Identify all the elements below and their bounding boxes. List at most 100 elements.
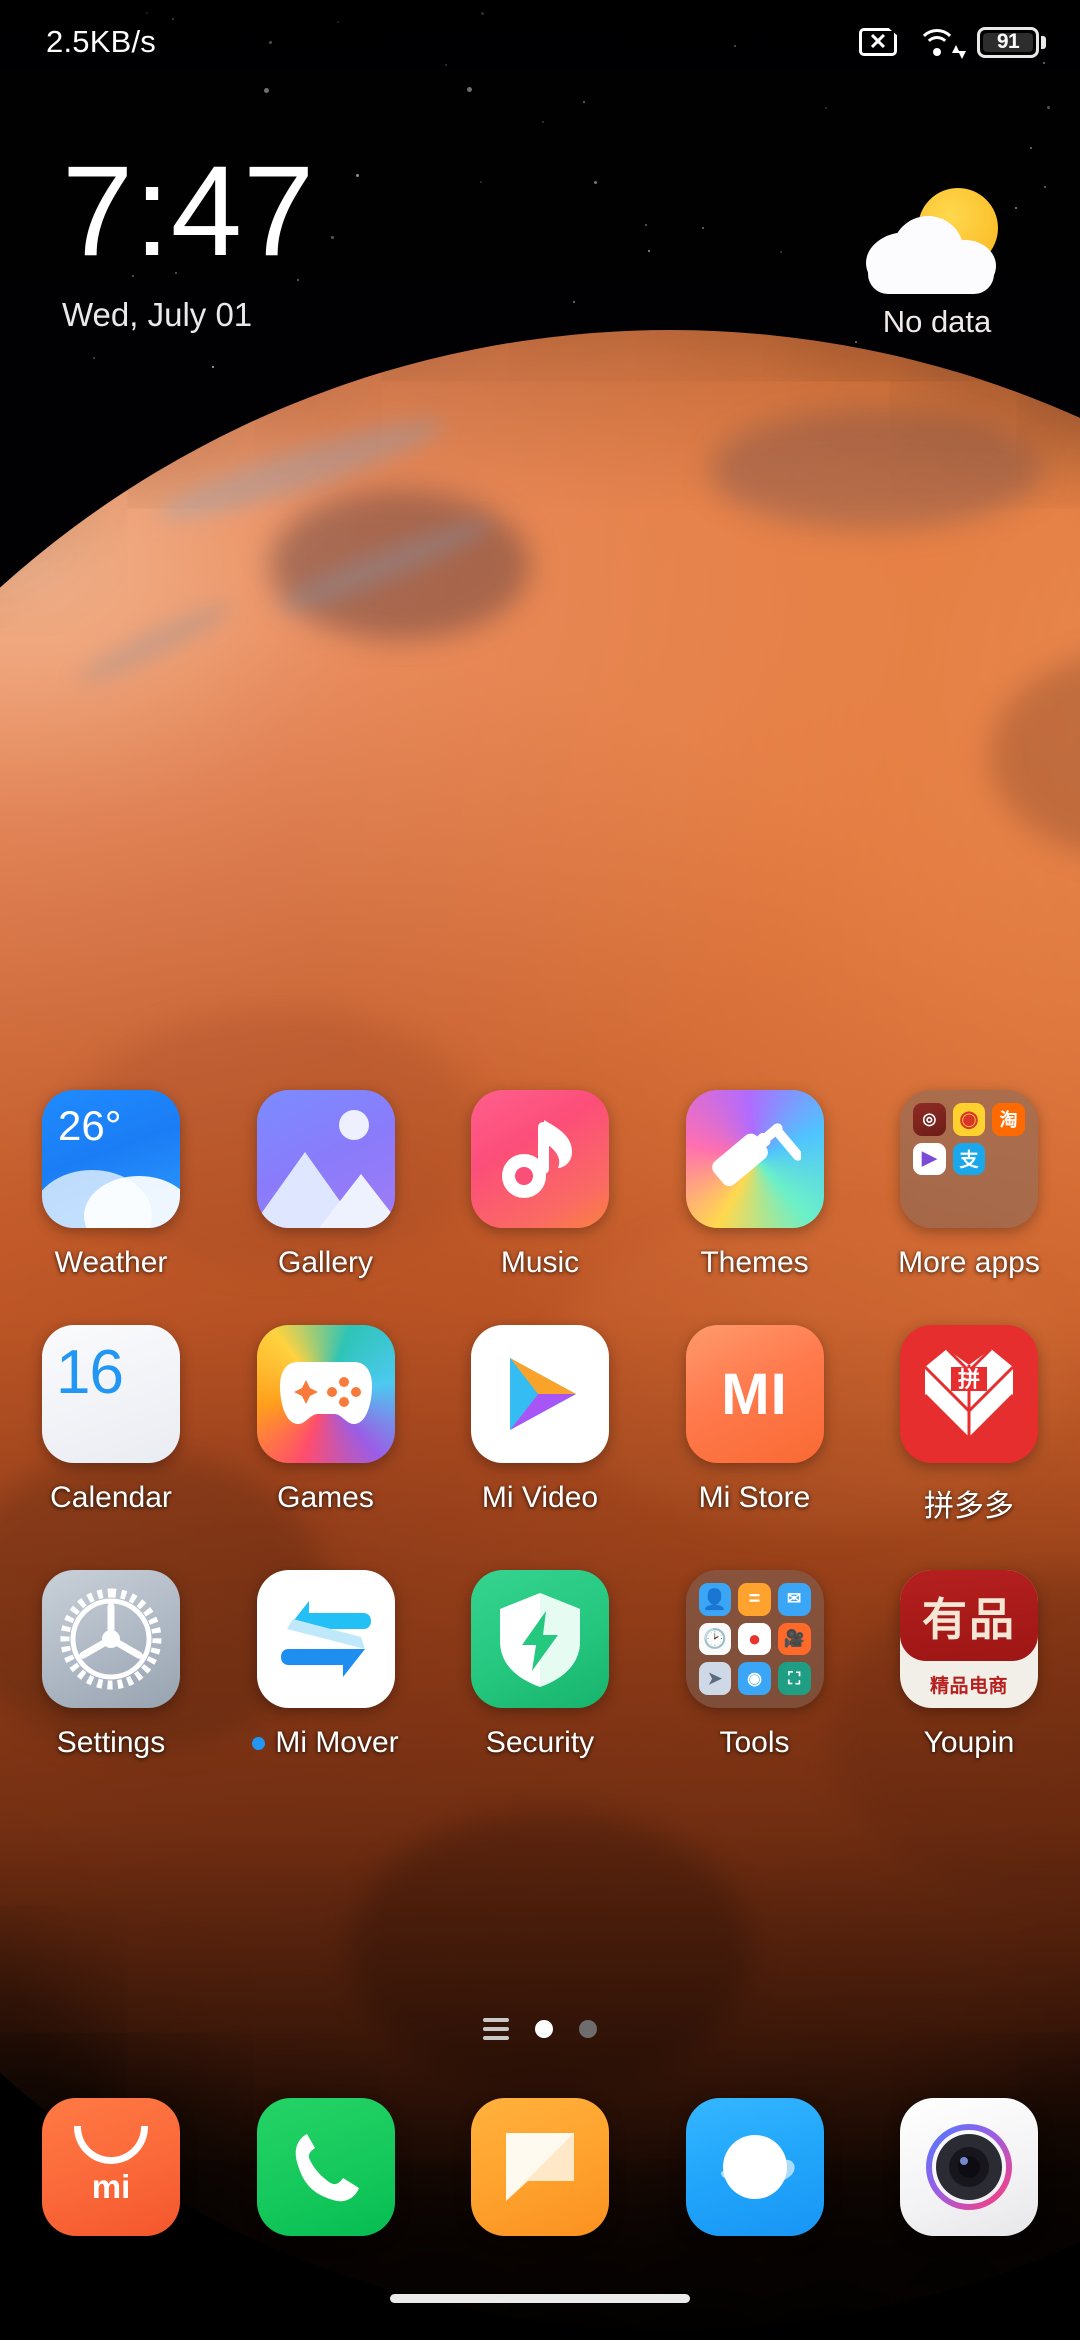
security-shield-icon[interactable] (471, 1570, 609, 1708)
app-themes[interactable]: Themes (680, 1090, 830, 1280)
app-settings[interactable]: Settings (36, 1570, 186, 1760)
app-label: Mi Video (481, 1481, 599, 1514)
gamepad-icon (279, 1362, 372, 1424)
sun-behind-cloud-icon (862, 188, 1012, 298)
camera-icon[interactable] (900, 2098, 1038, 2236)
app-games[interactable]: Games (251, 1325, 401, 1525)
page-dot-1[interactable] (535, 2020, 553, 2038)
app-mi-mover[interactable]: Mi Mover (251, 1570, 401, 1760)
svg-text:拼: 拼 (958, 1367, 980, 1393)
app-label: Settings (56, 1726, 166, 1759)
dock-item-messages[interactable] (465, 2098, 615, 2236)
battery-icon: 91 (977, 26, 1046, 58)
page-dot-2[interactable] (579, 2020, 597, 2038)
music-icon[interactable] (471, 1090, 609, 1228)
folder-more-apps[interactable]: ◎ ◉ 淘 ▶ 支 More apps (894, 1090, 1044, 1280)
folder-mini-browser: ◉ (738, 1662, 771, 1695)
handset-icon (295, 2134, 359, 2202)
folder-mini-weibo: ◉ (952, 1103, 986, 1136)
weather-icon[interactable]: 26° (42, 1090, 180, 1228)
folder-icon[interactable]: ◎ ◉ 淘 ▶ 支 (900, 1090, 1038, 1228)
app-grid: 26° Weather Gallery Music Themes ◎ ◉ 淘 ▶… (0, 1090, 1080, 1805)
app-row: 26° Weather Gallery Music Themes ◎ ◉ 淘 ▶… (36, 1090, 1044, 1280)
home-gesture-pill[interactable] (390, 2293, 690, 2303)
mi-mover-icon[interactable] (256, 1570, 395, 1708)
folder-mini-empty (913, 1182, 946, 1215)
youpin-icon[interactable]: 有品 精品电商 (900, 1570, 1038, 1708)
browser-icon[interactable] (685, 2098, 824, 2236)
folder-mini-compass: ➤ (698, 1662, 732, 1695)
settings-gear-icon[interactable] (42, 1570, 180, 1708)
app-label: 拼多多 (924, 1490, 1014, 1523)
folder-mini-mivideo: ▶ (913, 1142, 946, 1176)
dock: mi (0, 2098, 1080, 2236)
cloud-icon (866, 216, 996, 294)
dock-item-phone[interactable] (251, 2098, 401, 2236)
app-music[interactable]: Music (465, 1090, 615, 1280)
status-bar[interactable]: 2.5KB/s ✕ 91 (0, 0, 1080, 84)
app-label: Music (500, 1246, 580, 1279)
mi-store-icon[interactable]: MI (685, 1325, 824, 1463)
folder-mini-calculator: = (738, 1583, 771, 1616)
music-note-icon (502, 1120, 572, 1198)
dock-item-browser[interactable] (680, 2098, 830, 2236)
app-label: Tools (719, 1726, 790, 1759)
clock-widget[interactable]: 7:47 Wed, July 01 (62, 148, 315, 334)
speech-bubble-icon (506, 2133, 574, 2201)
app-label: Games (277, 1481, 374, 1514)
play-triangle-icon (510, 1358, 576, 1430)
app-mi-store[interactable]: MI Mi Store (680, 1325, 830, 1525)
app-youpin[interactable]: 有品 精品电商 Youpin (894, 1570, 1044, 1760)
list-lines-icon[interactable] (483, 2018, 509, 2040)
app-label: More apps (898, 1246, 1040, 1279)
network-speed-text: 2.5KB/s (46, 24, 156, 59)
no-sim-icon: ✕ (859, 28, 897, 56)
gallery-icon[interactable] (256, 1090, 395, 1228)
folder-mini-empty (992, 1182, 1025, 1215)
folder-mini-recorder: ● (738, 1622, 771, 1656)
weather-status-text: No data (882, 304, 992, 339)
app-security[interactable]: Security (465, 1570, 615, 1760)
folder-icon[interactable]: 👤 = ✉ 🕑 ● 🎥 ➤ ◉ ⛶ (685, 1570, 824, 1708)
folder-mini-mail: ✉ (777, 1583, 811, 1616)
folder-mini-taobao: 淘 (992, 1103, 1025, 1136)
dock-item-getapps[interactable]: mi (36, 2098, 186, 2236)
folder-mini-app: ◎ (913, 1103, 946, 1136)
app-pinduoduo[interactable]: 拼 拼多多 (894, 1325, 1044, 1525)
folder-mini-contacts: 👤 (698, 1583, 732, 1616)
youpin-sub-text: 精品电商 (929, 1676, 1008, 1698)
games-icon[interactable] (256, 1325, 395, 1463)
getapps-icon[interactable]: mi (42, 2098, 180, 2236)
mi-logo-text: MI (721, 1361, 788, 1427)
camera-lens-icon (926, 2124, 1012, 2210)
app-weather[interactable]: 26° Weather (36, 1090, 186, 1280)
calendar-icon[interactable]: 16 (42, 1325, 180, 1463)
pdd-heart-icon: 拼 (923, 1347, 1015, 1442)
getapps-logo-text: mi (91, 2168, 131, 2205)
mi-video-icon[interactable] (471, 1325, 609, 1463)
shield-bolt-icon (500, 1593, 580, 1687)
app-label: Security (485, 1726, 595, 1759)
themes-icon[interactable] (685, 1090, 824, 1228)
dock-item-camera[interactable] (894, 2098, 1044, 2236)
phone-icon[interactable] (256, 2098, 395, 2236)
messages-icon[interactable] (471, 2098, 609, 2236)
home-screen: 2.5KB/s ✕ 91 7:47 Wed, July 01 No data 2… (0, 0, 1080, 2340)
folder-mini-empty (953, 1182, 986, 1215)
folder-mini-clock: 🕑 (698, 1622, 732, 1656)
paint-roller-icon (711, 1123, 801, 1187)
transfer-arrows-icon (280, 1601, 371, 1677)
pinduoduo-icon[interactable]: 拼 (900, 1325, 1038, 1463)
app-calendar[interactable]: 16 Calendar (36, 1325, 186, 1525)
battery-percent-text: 91 (996, 30, 1020, 53)
app-gallery[interactable]: Gallery (251, 1090, 401, 1280)
folder-tools[interactable]: 👤 = ✉ 🕑 ● 🎥 ➤ ◉ ⛶ Tools (680, 1570, 830, 1760)
app-label: Calendar (50, 1481, 172, 1514)
planet-icon (720, 2135, 795, 2199)
navigation-bar[interactable] (0, 2256, 1080, 2340)
page-indicator[interactable] (0, 2018, 1080, 2040)
weather-widget[interactable]: No data (842, 188, 1032, 340)
clock-date: Wed, July 01 (62, 296, 253, 333)
folder-mini-scanner: ⛶ (777, 1662, 811, 1695)
app-mi-video[interactable]: Mi Video (465, 1325, 615, 1525)
